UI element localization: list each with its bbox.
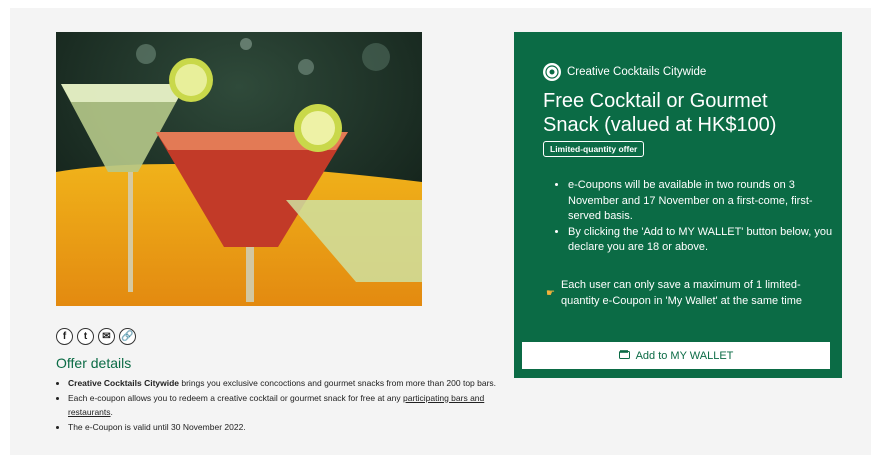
detail-text: . [110, 407, 113, 417]
offer-details-heading: Offer details [56, 355, 132, 371]
brand-name: Creative Cocktails Citywide [567, 66, 707, 78]
note-text: Each user can only save a maximum of 1 l… [560, 279, 802, 307]
offer-details-list: Creative Cocktails Citywide brings you e… [56, 376, 528, 434]
detail-text: brings you exclusive concoctions and gou… [179, 378, 497, 388]
bullet-item: e-Coupons will be available in two round… [568, 178, 838, 225]
wallet-icon [618, 349, 630, 362]
twitter-icon[interactable]: t [77, 328, 94, 345]
bullet-item: By clicking the 'Add to MY WALLET' butto… [568, 225, 838, 256]
offer-panel: Creative Cocktails Citywide Free Cocktai… [514, 32, 842, 378]
facebook-icon[interactable]: f [56, 328, 73, 345]
detail-text: The e-Coupon is valid until 30 November … [68, 421, 246, 432]
add-to-wallet-label: Add to MY WALLET [635, 349, 734, 362]
brand-logo-icon [543, 63, 561, 81]
brand-name: Creative Cocktails Citywide [68, 378, 180, 388]
hand-pointer-icon: ☛ [546, 287, 555, 299]
link-icon[interactable]: 🔗 [119, 328, 136, 345]
add-to-wallet-button[interactable]: Add to MY WALLET [522, 342, 830, 369]
brand-row: Creative Cocktails Citywide [543, 63, 706, 81]
wallet-limit-note: ☛ Each user can only save a maximum of 1… [546, 278, 836, 309]
offer-title: Free Cocktail or Gourmet Snack (valued a… [543, 90, 777, 136]
list-item: Each e-coupon allows you to redeem a cre… [68, 391, 528, 420]
offer-bullets: e-Coupons will be available in two round… [552, 178, 838, 256]
list-item: Creative Cocktails Citywide brings you e… [68, 376, 528, 391]
email-icon[interactable]: ✉ [98, 328, 115, 345]
list-item: The e-Coupon is valid until 30 November … [68, 420, 528, 435]
cocktail-photo [56, 32, 422, 306]
limited-quantity-badge: Limited-quantity offer [543, 141, 645, 157]
share-buttons: f t ✉ 🔗 [56, 328, 136, 345]
hero-image [56, 32, 422, 306]
detail-text: Each e-coupon allows you to redeem a cre… [68, 392, 403, 403]
